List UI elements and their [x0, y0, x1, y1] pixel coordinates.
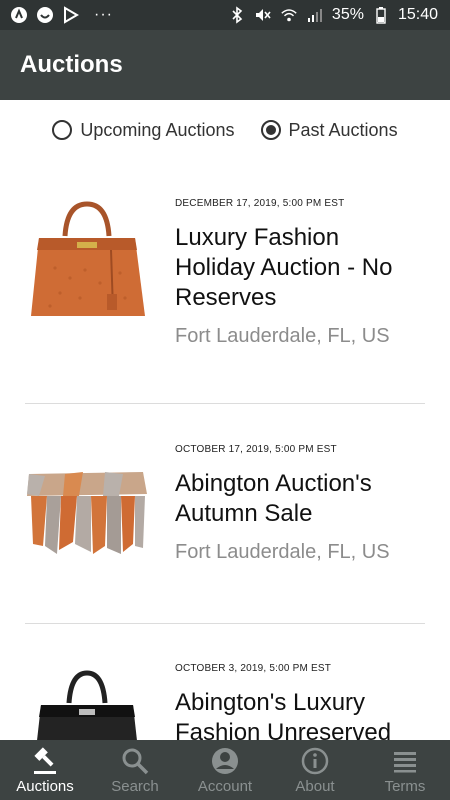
gavel-icon — [30, 746, 60, 776]
nav-auctions[interactable]: Auctions — [0, 740, 90, 800]
auction-title[interactable]: Abington Auction's Autumn Sale — [175, 469, 425, 529]
auction-list-item[interactable]: OCTOBER 3, 2019, 5:00 PM EST Abington's … — [25, 663, 425, 740]
auction-date: OCTOBER 17, 2019, 5:00 PM EST — [175, 444, 337, 455]
nav-account-label: Account — [197, 777, 253, 795]
auction-location: Fort Lauderdale, FL, US — [175, 541, 390, 563]
nav-terms[interactable]: Terms — [360, 740, 450, 800]
app-bar: Auctions — [0, 30, 450, 100]
mute-icon — [254, 6, 272, 24]
past-auctions-radio[interactable]: Past Auctions — [260, 120, 398, 141]
more-notifications: ··· — [94, 6, 113, 23]
status-bar: ··· 35% 15:40 — [0, 0, 450, 30]
bluetooth-icon — [228, 6, 246, 24]
auction-date: DECEMBER 17, 2019, 5:00 PM EST — [175, 198, 345, 209]
auction-filter: Upcoming Auctions Past Auctions — [0, 100, 450, 160]
signal-icon — [306, 6, 324, 24]
auction-title[interactable]: Luxury Fashion Holiday Auction - No Rese… — [175, 223, 425, 313]
battery-percent: 35% — [331, 6, 364, 23]
wifi-icon — [280, 6, 298, 24]
divider — [25, 623, 425, 624]
auction-image-bench[interactable] — [25, 454, 150, 579]
app-a-icon — [10, 6, 28, 24]
auction-info: DECEMBER 17, 2019, 5:00 PM EST Luxury Fa… — [175, 198, 425, 348]
auction-title[interactable]: Abington's Luxury Fashion Unreserved — [175, 688, 425, 740]
past-auctions-label[interactable]: Past Auctions — [289, 120, 398, 141]
info-icon — [300, 746, 330, 776]
nav-about-label: About — [295, 777, 335, 795]
play-store-icon — [62, 6, 80, 24]
page-title: Auctions — [20, 51, 123, 78]
search-icon — [120, 746, 150, 776]
auction-list-item[interactable]: OCTOBER 17, 2019, 5:00 PM EST Abington A… — [25, 444, 425, 624]
bottom-navigation: Auctions Search Account About Terms — [0, 740, 450, 800]
clock: 15:40 — [397, 6, 438, 23]
upcoming-auctions-radio[interactable]: Upcoming Auctions — [52, 120, 235, 141]
radio-unchecked-icon[interactable] — [52, 120, 73, 140]
auction-info: OCTOBER 3, 2019, 5:00 PM EST Abington's … — [175, 663, 425, 740]
nav-search[interactable]: Search — [90, 740, 180, 800]
auction-info: OCTOBER 17, 2019, 5:00 PM EST Abington A… — [175, 444, 425, 564]
auction-list[interactable]: DECEMBER 17, 2019, 5:00 PM EST Luxury Fa… — [0, 160, 450, 740]
radio-checked-icon[interactable] — [260, 120, 281, 140]
nav-about[interactable]: About — [270, 740, 360, 800]
nav-terms-label: Terms — [384, 777, 426, 795]
auction-date: OCTOBER 3, 2019, 5:00 PM EST — [175, 663, 332, 674]
auction-list-item[interactable]: DECEMBER 17, 2019, 5:00 PM EST Luxury Fa… — [25, 198, 425, 398]
upcoming-auctions-label[interactable]: Upcoming Auctions — [80, 120, 234, 141]
nav-account[interactable]: Account — [180, 740, 270, 800]
auction-image-orange-handbag[interactable] — [25, 198, 150, 323]
auction-location: Fort Lauderdale, FL, US — [175, 325, 390, 347]
nav-auctions-label: Auctions — [16, 777, 74, 795]
face-icon — [36, 6, 54, 24]
battery-icon — [372, 6, 390, 24]
list-icon — [390, 746, 420, 776]
account-icon — [210, 746, 240, 776]
auction-image-black-handbag[interactable] — [25, 669, 150, 740]
nav-search-label: Search — [111, 777, 159, 795]
divider — [25, 403, 425, 404]
